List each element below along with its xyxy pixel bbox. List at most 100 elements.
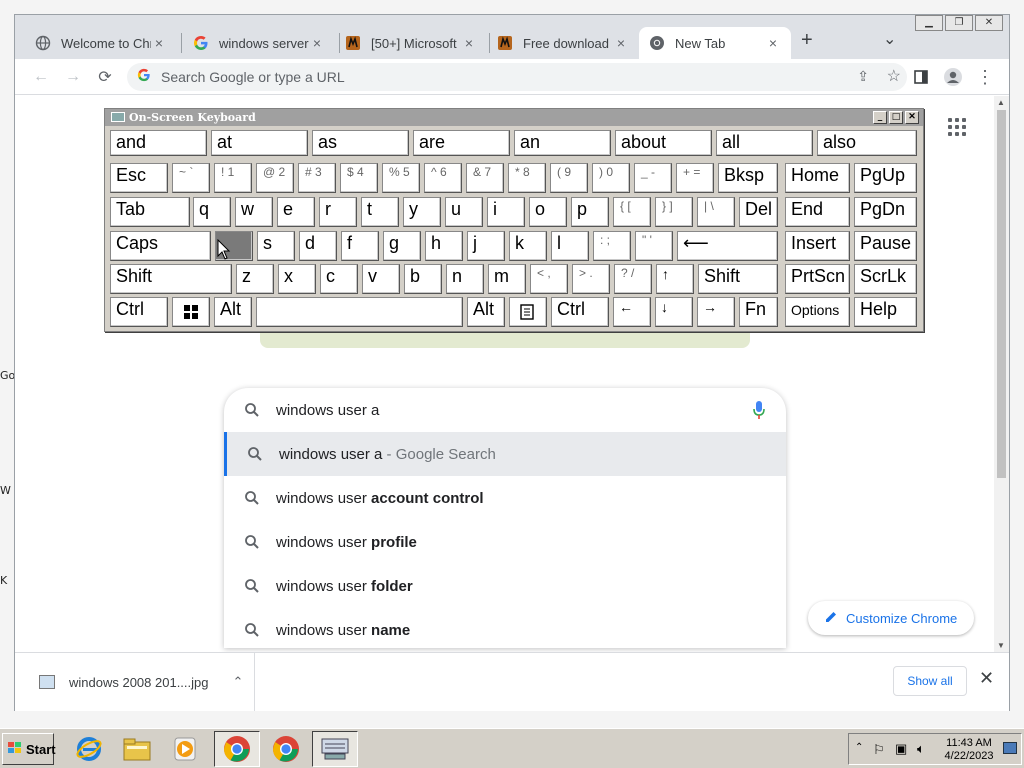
key-t[interactable]: t [361, 197, 399, 227]
scrollbar[interactable]: ▲ ▼ [994, 96, 1009, 652]
key-caps[interactable]: Caps [110, 231, 211, 261]
microphone-icon[interactable] [752, 400, 766, 420]
google-apps-icon[interactable] [948, 118, 966, 136]
key-shift-right[interactable]: Shift [698, 264, 778, 294]
show-hidden-icons-chevron-icon[interactable]: ⌃ [855, 742, 863, 753]
key-w[interactable]: w [235, 197, 273, 227]
key-u[interactable]: u [445, 197, 483, 227]
key-equals[interactable]: + = [676, 163, 714, 193]
search-input[interactable]: windows user a [224, 388, 786, 432]
key-menu[interactable] [509, 297, 547, 327]
restore-icon[interactable]: ❐ [945, 15, 973, 31]
key-tab[interactable]: Tab [110, 197, 190, 227]
key-space[interactable] [256, 297, 463, 327]
tab-close-icon[interactable]: × [613, 35, 629, 51]
key-minus[interactable]: _ - [634, 163, 672, 193]
key-alt-right[interactable]: Alt [467, 297, 505, 327]
key-semicolon[interactable]: : ; [593, 231, 631, 261]
key-s[interactable]: s [257, 231, 295, 261]
key-fn[interactable]: Fn [739, 297, 778, 327]
close-shelf-icon[interactable]: ✕ [979, 668, 994, 689]
key-p[interactable]: p [571, 197, 609, 227]
prediction-key[interactable]: an [514, 130, 611, 156]
action-center-flag-icon[interactable]: ⚐ [873, 742, 885, 758]
key-1[interactable]: ! 1 [214, 163, 252, 193]
key-pause[interactable]: Pause [854, 231, 917, 261]
tab-welcome[interactable]: Welcome to Chr × [25, 27, 177, 59]
key-b[interactable]: b [404, 264, 442, 294]
start-button[interactable]: Start [2, 733, 56, 765]
key-tilde[interactable]: ~ ` [172, 163, 210, 193]
tab-close-icon[interactable]: × [151, 35, 167, 51]
key-comma[interactable]: < , [530, 264, 568, 294]
key-d[interactable]: d [299, 231, 337, 261]
share-icon[interactable]: ⇪ [857, 68, 869, 85]
key-3[interactable]: # 3 [298, 163, 336, 193]
tab-search-chevron-icon[interactable]: ⌄ [883, 29, 896, 49]
prediction-key[interactable]: are [413, 130, 510, 156]
prediction-key[interactable]: all [716, 130, 813, 156]
key-g[interactable]: g [383, 231, 421, 261]
show-desktop-icon[interactable] [1003, 742, 1017, 754]
key-ctrl-left[interactable]: Ctrl [110, 297, 168, 327]
key-period[interactable]: > . [572, 264, 610, 294]
key-8[interactable]: * 8 [508, 163, 546, 193]
tab-close-icon[interactable]: × [309, 35, 325, 51]
key-r[interactable]: r [319, 197, 357, 227]
key-prtscn[interactable]: PrtScn [785, 264, 850, 294]
side-panel-icon[interactable] [911, 67, 931, 87]
key-enter[interactable]: ⟵ [677, 231, 778, 261]
scroll-down-arrow-icon[interactable]: ▼ [997, 641, 1005, 650]
close-icon[interactable]: ✕ [905, 111, 919, 124]
omnibox[interactable]: Search Google or type a URL ⇪ ☆ [127, 63, 907, 91]
key-ctrl-right[interactable]: Ctrl [551, 297, 609, 327]
key-pgdn[interactable]: PgDn [854, 197, 917, 227]
key-l[interactable]: l [551, 231, 589, 261]
reload-icon[interactable]: ⟳ [95, 67, 115, 87]
profile-avatar-icon[interactable] [943, 67, 963, 87]
close-icon[interactable]: ✕ [975, 15, 1003, 31]
minimize-icon[interactable]: _ [873, 111, 887, 124]
prediction-key[interactable]: as [312, 130, 409, 156]
volume-muted-icon[interactable]: 🔈︎ [917, 741, 925, 757]
key-right-arrow[interactable]: → [697, 297, 735, 327]
tab-close-icon[interactable]: × [461, 35, 477, 51]
key-7[interactable]: & 7 [466, 163, 504, 193]
system-clock[interactable]: 11:43 AM 4/22/2023 [941, 737, 997, 763]
prediction-key[interactable]: also [817, 130, 917, 156]
key-pgup[interactable]: PgUp [854, 163, 917, 193]
key-4[interactable]: $ 4 [340, 163, 378, 193]
bookmark-star-icon[interactable]: ☆ [887, 66, 901, 86]
key-close-bracket[interactable]: } ] [655, 197, 693, 227]
back-icon[interactable]: ← [31, 67, 51, 87]
key-left-arrow[interactable]: ← [613, 297, 651, 327]
key-up-arrow[interactable]: ↑ [656, 264, 694, 294]
key-h[interactable]: h [425, 231, 463, 261]
suggestion-item[interactable]: windows user profile [224, 520, 786, 564]
maximize-icon[interactable]: □ [889, 111, 903, 124]
key-6[interactable]: ^ 6 [424, 163, 462, 193]
menu-kebab-icon[interactable]: ⋮ [975, 67, 995, 87]
tab-new-tab[interactable]: New Tab × [639, 27, 791, 59]
key-q[interactable]: q [193, 197, 231, 227]
suggestion-item[interactable]: windows user folder [224, 564, 786, 608]
chrome-taskbar-icon[interactable] [214, 731, 260, 767]
key-y[interactable]: y [403, 197, 441, 227]
key-options[interactable]: Options [785, 297, 850, 327]
customize-chrome-button[interactable]: Customize Chrome [808, 601, 974, 635]
media-player-icon[interactable] [162, 731, 208, 767]
scroll-up-arrow-icon[interactable]: ▲ [997, 98, 1005, 107]
key-scrlk[interactable]: ScrLk [854, 264, 917, 294]
key-alt-left[interactable]: Alt [214, 297, 252, 327]
tab-close-icon[interactable]: × [765, 35, 781, 51]
key-e[interactable]: e [277, 197, 315, 227]
key-z[interactable]: z [236, 264, 274, 294]
show-all-button[interactable]: Show all [893, 666, 967, 696]
key-end[interactable]: End [785, 197, 850, 227]
chevron-up-icon[interactable]: ⌃ [232, 674, 243, 690]
search-box[interactable]: windows user a windows user a - Google S… [224, 388, 786, 648]
suggestion-item[interactable]: windows user name [224, 608, 786, 652]
key-x[interactable]: x [278, 264, 316, 294]
chrome-taskbar-icon[interactable] [263, 731, 309, 767]
key-i[interactable]: i [487, 197, 525, 227]
